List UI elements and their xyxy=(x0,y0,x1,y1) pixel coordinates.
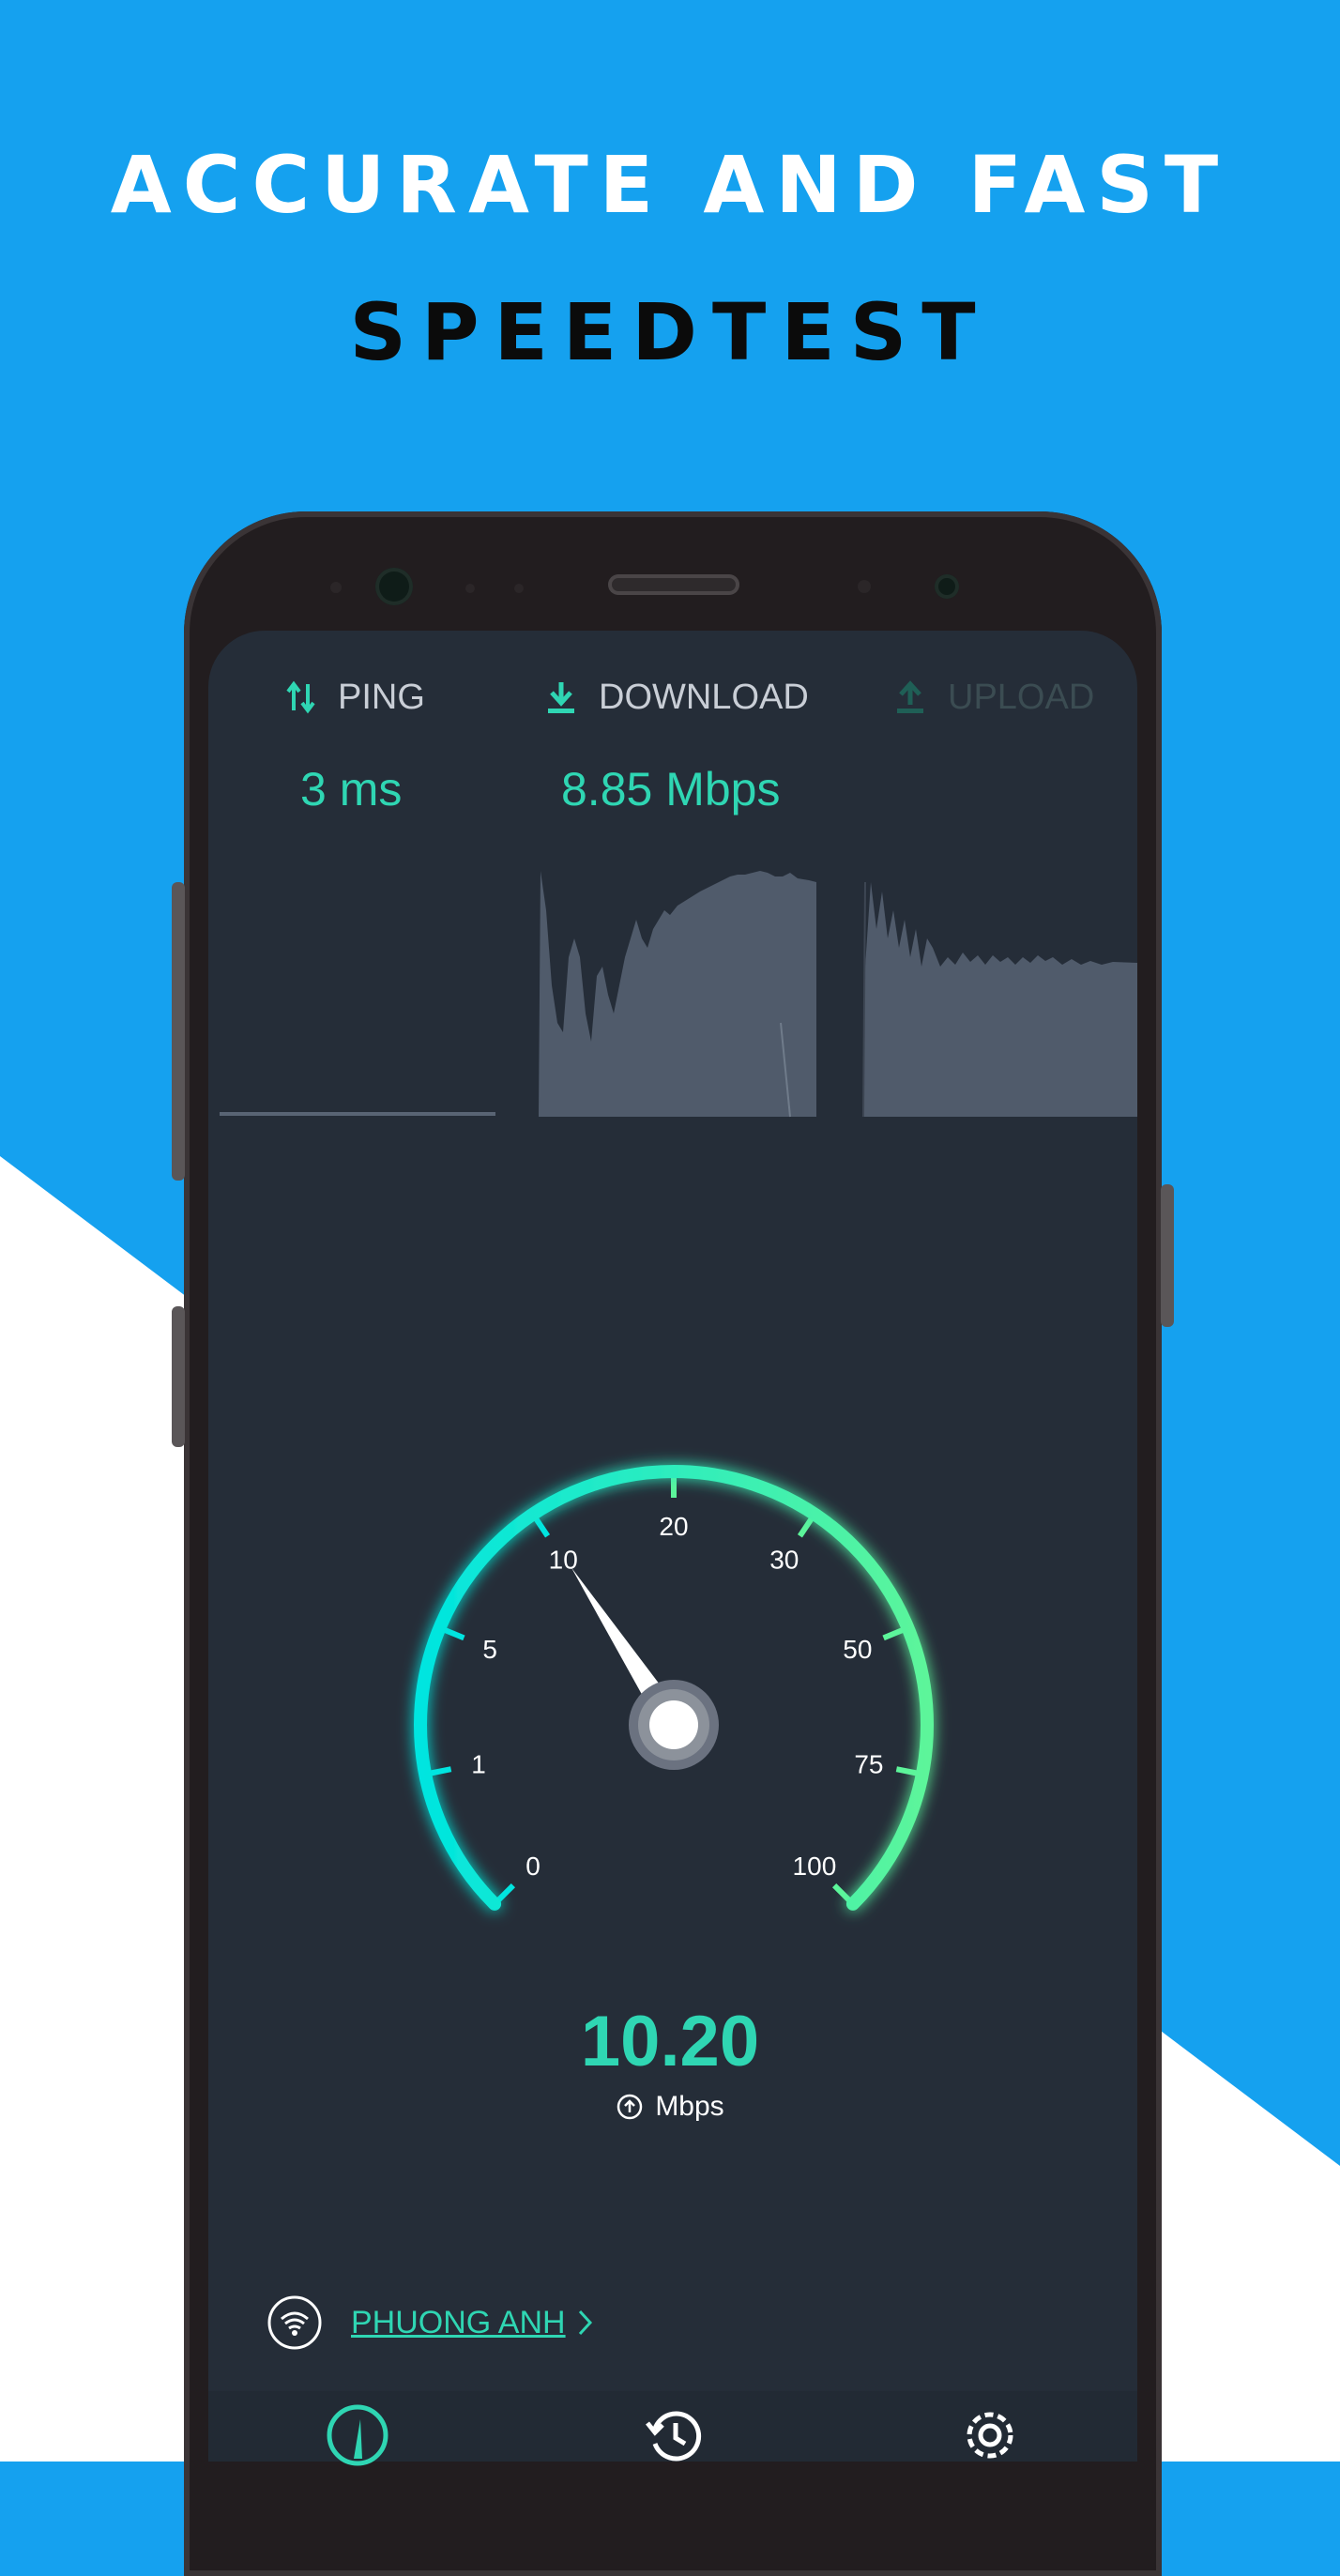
gauge-tick-label: 5 xyxy=(482,1635,497,1664)
speedometer-icon[interactable] xyxy=(325,2402,390,2468)
ping-value: 3 ms xyxy=(300,763,403,815)
tab-download[interactable]: DOWNLOAD xyxy=(544,674,809,721)
network-selector[interactable]: PHUONG ANH xyxy=(266,2294,594,2351)
gauge-tick xyxy=(533,1517,551,1538)
download-icon xyxy=(548,682,574,713)
tab-download-label: DOWNLOAD xyxy=(599,677,809,717)
tab-ping[interactable]: PING xyxy=(285,674,425,721)
gauge-tick-label: 30 xyxy=(769,1546,799,1575)
phone-side-button xyxy=(1161,1184,1174,1327)
tab-upload[interactable]: UPLOAD xyxy=(893,674,1094,721)
phone-side-button xyxy=(172,882,185,1181)
sensor-dot xyxy=(465,584,475,593)
gauge-tick-label: 75 xyxy=(854,1749,883,1778)
gauge-tick-label: 100 xyxy=(793,1852,837,1881)
history-icon[interactable] xyxy=(642,2402,708,2468)
sensor xyxy=(935,574,959,599)
sensor-dot xyxy=(330,582,342,593)
wifi-icon xyxy=(267,2295,322,2350)
upload-icon xyxy=(897,680,923,713)
gauge-tick-label: 0 xyxy=(525,1852,541,1881)
gauge-tick xyxy=(430,1766,452,1776)
headline-line-1: ACCURATE AND FAST xyxy=(110,139,1230,231)
headline-line-2: SPEEDTEST xyxy=(349,286,991,378)
gauge-tick xyxy=(443,1627,465,1641)
gauge-tick xyxy=(882,1627,905,1641)
chevron-right-icon xyxy=(578,2309,592,2336)
gauge-tick-label: 10 xyxy=(549,1546,578,1575)
needle-hub xyxy=(649,1700,698,1749)
download-graph-area xyxy=(539,871,816,1117)
upload-circle-icon xyxy=(617,2094,643,2120)
gauge-tick xyxy=(797,1517,815,1538)
gauge-tick-label: 50 xyxy=(843,1635,872,1664)
ping-arrows-icon xyxy=(286,680,315,714)
gauge-tick-label: 20 xyxy=(659,1512,688,1541)
phone-side-button xyxy=(172,1306,185,1447)
speed-unit: Mbps xyxy=(655,2091,724,2122)
phone-speaker xyxy=(608,574,739,595)
upload-graph-area xyxy=(863,882,1137,1117)
sensor-dot xyxy=(514,584,524,593)
gauge-tick xyxy=(895,1766,918,1776)
front-camera xyxy=(375,568,413,605)
network-name[interactable]: PHUONG ANH xyxy=(351,2305,566,2341)
speed-unit-row: Mbps xyxy=(0,2091,1340,2123)
bottom-navigation xyxy=(208,2391,1137,2466)
current-speed-value: 10.20 xyxy=(580,2002,760,2081)
speed-history-graphs xyxy=(220,871,1137,1118)
settings-gear-icon[interactable] xyxy=(957,2402,1023,2468)
gauge-tick xyxy=(831,1882,851,1902)
tab-ping-label: PING xyxy=(338,677,425,717)
speed-gauge[interactable]: 0 1 5 10 20 30 50 75 100 xyxy=(208,1408,1137,1933)
sensor-dot xyxy=(858,580,871,593)
tab-upload-label: UPLOAD xyxy=(948,677,1095,717)
gauge-tick-label: 1 xyxy=(471,1749,486,1778)
download-value: 8.85 Mbps xyxy=(561,763,781,815)
gauge-tick xyxy=(496,1882,516,1902)
